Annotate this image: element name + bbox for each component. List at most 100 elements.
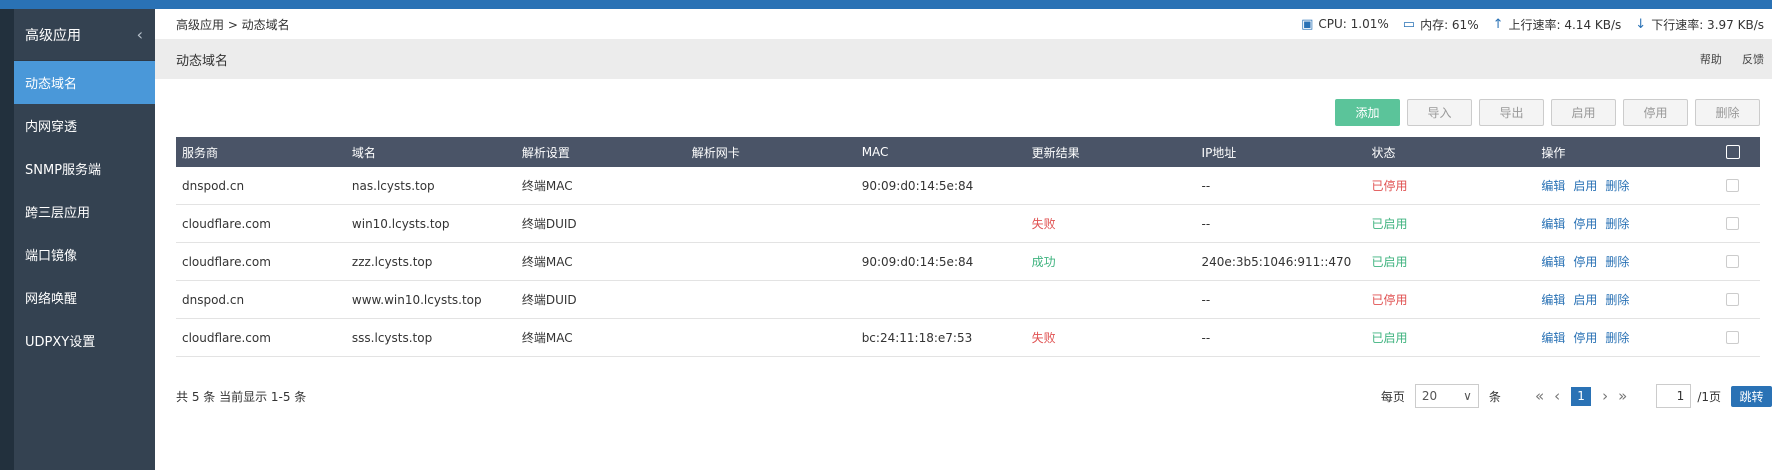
sidebar-item-udpxy[interactable]: UDPXY设置 xyxy=(14,319,155,362)
status-cell: 已停用 xyxy=(1371,293,1408,307)
sidebar-title: 高级应用 xyxy=(25,27,81,44)
col-result: 更新结果 xyxy=(1031,145,1080,160)
ip-cell: -- xyxy=(1201,330,1211,345)
toggle-link[interactable]: 启用 xyxy=(1573,179,1597,193)
status-cell: 已停用 xyxy=(1371,179,1408,193)
last-page-icon[interactable]: » xyxy=(1618,387,1627,405)
delete-button[interactable]: 删除 xyxy=(1695,99,1760,126)
toolbar: 添加 导入 导出 启用 停用 删除 xyxy=(1335,99,1760,126)
ops-cell: 编辑 启用 删除 xyxy=(1535,177,1705,194)
toggle-link[interactable]: 停用 xyxy=(1573,255,1597,269)
ops-cell: 编辑 停用 删除 xyxy=(1535,215,1705,232)
disable-button[interactable]: 停用 xyxy=(1623,99,1688,126)
provider-cell: cloudflare.com xyxy=(182,254,271,269)
sidebar-item-snmp[interactable]: SNMP服务端 xyxy=(14,147,155,190)
sidebar: 高级应用 ‹ 动态域名 内网穿透 SNMP服务端 跨三层应用 端口镜像 网络唤醒… xyxy=(14,9,155,470)
prev-page-icon[interactable]: ‹ xyxy=(1554,387,1560,405)
ip-cell: -- xyxy=(1201,216,1211,231)
edit-link[interactable]: 编辑 xyxy=(1541,217,1565,231)
select-all-checkbox[interactable] xyxy=(1725,145,1740,159)
enable-button[interactable]: 启用 xyxy=(1551,99,1616,126)
domain-cell: zzz.lcysts.top xyxy=(351,254,433,269)
table-row: cloudflare.com sss.lcysts.top 终端MAC bc:24:1… xyxy=(176,319,1760,357)
result-cell: 失败 xyxy=(1031,331,1056,345)
page-jump-input[interactable]: 1 xyxy=(1656,384,1692,408)
col-status: 状态 xyxy=(1371,145,1396,160)
table-row: dnspod.cn nas.lcysts.top 终端MAC 90:09:d0:14:… xyxy=(176,167,1760,205)
per-page-unit: 条 xyxy=(1488,389,1501,404)
domain-cell: www.win10.lcysts.top xyxy=(351,292,482,307)
row-checkbox[interactable] xyxy=(1726,255,1740,268)
delete-link[interactable]: 删除 xyxy=(1605,331,1629,345)
resolve-cell: 终端MAC xyxy=(521,255,573,269)
col-domain: 域名 xyxy=(351,145,376,160)
per-page-label: 每页 xyxy=(1380,389,1405,404)
result-cell: 失败 xyxy=(1031,217,1056,231)
next-page-icon[interactable]: › xyxy=(1602,387,1608,405)
jump-button[interactable]: 跳转 xyxy=(1731,385,1772,407)
per-page-select[interactable]: 20 ∨ xyxy=(1414,384,1479,408)
domain-cell: nas.lcysts.top xyxy=(351,178,435,193)
row-checkbox[interactable] xyxy=(1726,217,1740,230)
current-page[interactable]: 1 xyxy=(1571,386,1592,406)
sidebar-item-l3[interactable]: 跨三层应用 xyxy=(14,190,155,233)
provider-cell: dnspod.cn xyxy=(182,178,245,193)
result-cell: 成功 xyxy=(1031,255,1056,269)
edit-link[interactable]: 编辑 xyxy=(1541,331,1565,345)
edit-link[interactable]: 编辑 xyxy=(1541,179,1565,193)
col-ip: IP地址 xyxy=(1201,145,1237,160)
first-page-icon[interactable]: « xyxy=(1535,387,1544,405)
col-ops: 操作 xyxy=(1541,145,1566,160)
sidebar-item-penetration[interactable]: 内网穿透 xyxy=(14,104,155,147)
delete-link[interactable]: 删除 xyxy=(1605,293,1629,307)
domain-cell: win10.lcysts.top xyxy=(351,216,450,231)
col-nic: 解析网卡 xyxy=(691,145,740,160)
resolve-cell: 终端DUID xyxy=(521,293,577,307)
ip-cell: -- xyxy=(1201,178,1211,193)
ops-cell: 编辑 停用 删除 xyxy=(1535,329,1705,346)
toggle-link[interactable]: 启用 xyxy=(1573,293,1597,307)
row-checkbox[interactable] xyxy=(1726,293,1740,306)
row-checkbox[interactable] xyxy=(1726,179,1740,192)
sidebar-item-ddns[interactable]: 动态域名 xyxy=(14,61,155,104)
ip-cell: 240e:3b5:1046:911::470 xyxy=(1201,254,1352,269)
resolve-cell: 终端DUID xyxy=(521,217,577,231)
delete-link[interactable]: 删除 xyxy=(1605,217,1629,231)
chevron-left-icon[interactable]: ‹ xyxy=(137,25,143,44)
edit-link[interactable]: 编辑 xyxy=(1541,293,1565,307)
ip-cell: -- xyxy=(1201,292,1211,307)
ops-cell: 编辑 启用 删除 xyxy=(1535,291,1705,308)
mac-cell: bc:24:11:18:e7:53 xyxy=(861,330,973,345)
sidebar-item-mirror[interactable]: 端口镜像 xyxy=(14,233,155,276)
sidebar-header: 高级应用 ‹ xyxy=(14,9,155,61)
resolve-cell: 终端MAC xyxy=(521,331,573,345)
row-checkbox[interactable] xyxy=(1726,331,1740,344)
sidebar-item-wol[interactable]: 网络唤醒 xyxy=(14,276,155,319)
add-button[interactable]: 添加 xyxy=(1335,99,1400,126)
ddns-table: 服务商 域名 解析设置 解析网卡 MAC 更新结果 IP地址 状态 操作 dns… xyxy=(176,137,1760,357)
provider-cell: dnspod.cn xyxy=(182,292,245,307)
left-strip xyxy=(0,9,14,470)
table-row: cloudflare.com win10.lcysts.top 终端DUID 失败 --… xyxy=(176,205,1760,243)
top-accent-bar xyxy=(0,0,1772,9)
summary-text: 共 5 条 当前显示 1-5 条 xyxy=(176,389,307,404)
toggle-link[interactable]: 停用 xyxy=(1573,331,1597,345)
toggle-link[interactable]: 停用 xyxy=(1573,217,1597,231)
mac-cell: 90:09:d0:14:5e:84 xyxy=(861,254,974,269)
status-cell: 已启用 xyxy=(1371,331,1408,345)
status-cell: 已启用 xyxy=(1371,217,1408,231)
resolve-cell: 终端MAC xyxy=(521,179,573,193)
delete-link[interactable]: 删除 xyxy=(1605,179,1629,193)
status-cell: 已启用 xyxy=(1371,255,1408,269)
table-header: 服务商 域名 解析设置 解析网卡 MAC 更新结果 IP地址 状态 操作 xyxy=(176,137,1760,167)
export-button[interactable]: 导出 xyxy=(1479,99,1544,126)
domain-cell: sss.lcysts.top xyxy=(351,330,433,345)
pager: 每页 20 ∨ 条 « ‹ 1 › » 1 /1页 跳转 xyxy=(1381,384,1772,408)
total-pages: /1页 xyxy=(1697,389,1721,404)
edit-link[interactable]: 编辑 xyxy=(1541,255,1565,269)
table-row: dnspod.cn www.win10.lcysts.top 终端DUID -- 已停用… xyxy=(176,281,1760,319)
provider-cell: cloudflare.com xyxy=(182,216,271,231)
delete-link[interactable]: 删除 xyxy=(1605,255,1629,269)
col-provider: 服务商 xyxy=(182,145,219,160)
import-button[interactable]: 导入 xyxy=(1407,99,1472,126)
